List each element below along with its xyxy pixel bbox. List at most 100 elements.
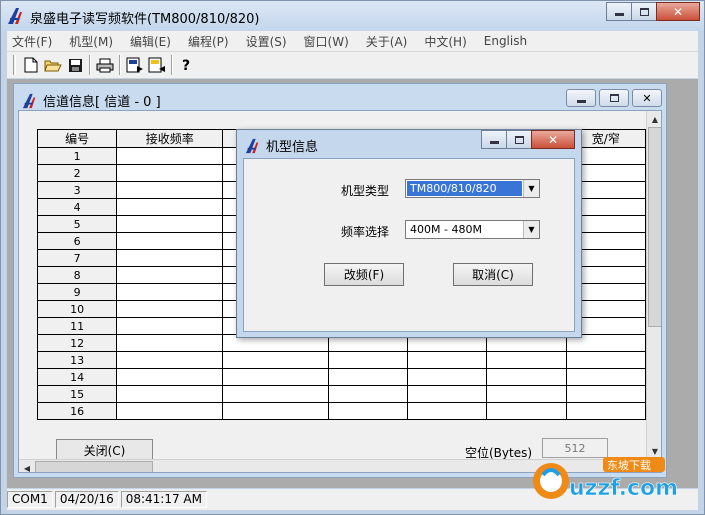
dialog-title: 机型信息: [266, 140, 319, 155]
grid-cell[interactable]: [407, 385, 488, 403]
grid-cell[interactable]: [116, 249, 224, 267]
dialog-title-bar[interactable]: 机型信息: [245, 136, 318, 155]
close-window-button[interactable]: ✕: [656, 2, 700, 21]
minimize-button[interactable]: [606, 2, 632, 21]
grid-cell[interactable]: [116, 402, 224, 420]
chevron-down-icon[interactable]: ▼: [523, 180, 539, 197]
grid-cell[interactable]: [407, 368, 488, 386]
grid-cell[interactable]: [116, 232, 224, 250]
freq-range-select[interactable]: 400M - 480M ▼: [405, 220, 540, 239]
grid-cell[interactable]: [116, 385, 224, 403]
horizontal-scroll-thumb[interactable]: [35, 461, 153, 472]
row-number[interactable]: 14: [36, 368, 118, 386]
child-minimize-button[interactable]: [566, 89, 596, 107]
grid-cell[interactable]: [116, 164, 224, 182]
freq-select-label: 频率选择: [341, 225, 390, 239]
row-number[interactable]: 13: [36, 351, 118, 369]
grid-cell[interactable]: [222, 402, 330, 420]
dialog-maximize-button[interactable]: [506, 130, 532, 149]
row-number[interactable]: 8: [36, 266, 118, 284]
grid-cell[interactable]: [116, 198, 224, 216]
save-button[interactable]: [64, 54, 86, 76]
grid-cell[interactable]: [116, 317, 224, 335]
row-number[interactable]: 12: [36, 334, 118, 352]
maximize-button[interactable]: [631, 2, 657, 21]
menu-window[interactable]: 窗口(W): [296, 33, 358, 50]
title-bar[interactable]: 泉盛电子读写频软件(TM800/810/820) ✕: [1, 1, 704, 31]
row-number[interactable]: 11: [36, 317, 118, 335]
scroll-left-icon[interactable]: ◀: [19, 460, 35, 473]
child-close-button[interactable]: ✕: [632, 89, 662, 107]
grid-cell[interactable]: [328, 368, 409, 386]
row-number[interactable]: 9: [36, 283, 118, 301]
grid-cell[interactable]: [116, 368, 224, 386]
print-button[interactable]: [94, 54, 116, 76]
vertical-scrollbar[interactable]: ▲ ▼: [646, 111, 661, 459]
grid-cell[interactable]: [116, 181, 224, 199]
close-channel-button[interactable]: 关闭(C): [56, 439, 153, 461]
grid-cell[interactable]: [116, 215, 224, 233]
grid-cell[interactable]: [328, 351, 409, 369]
menu-program[interactable]: 编程(P): [180, 33, 238, 50]
channel-window-title-bar[interactable]: 信道信息[ 信道 - 0 ]: [22, 91, 161, 110]
grid-cell[interactable]: [565, 351, 646, 369]
menu-model[interactable]: 机型(M): [61, 33, 122, 50]
menu-settings[interactable]: 设置(S): [238, 33, 296, 50]
scroll-up-icon[interactable]: ▲: [647, 111, 661, 127]
grid-cell[interactable]: [222, 368, 330, 386]
grid-cell[interactable]: [407, 351, 488, 369]
grid-cell[interactable]: [116, 283, 224, 301]
grid-cell[interactable]: [116, 351, 224, 369]
cancel-button[interactable]: 取消(C): [453, 263, 533, 286]
row-number[interactable]: 7: [36, 249, 118, 267]
grid-cell[interactable]: [328, 402, 409, 420]
row-number[interactable]: 3: [36, 181, 118, 199]
menu-edit[interactable]: 编辑(E): [122, 33, 180, 50]
table-row: 14: [36, 368, 646, 386]
grid-cell[interactable]: [486, 402, 567, 420]
row-number[interactable]: 5: [36, 215, 118, 233]
close-icon: ✕: [672, 4, 684, 19]
model-type-select[interactable]: TM800/810/820 ▼: [405, 179, 540, 198]
grid-cell[interactable]: [565, 385, 646, 403]
grid-cell[interactable]: [486, 385, 567, 403]
row-number[interactable]: 1: [36, 147, 118, 165]
menu-about[interactable]: 关于(A): [358, 33, 417, 50]
menu-english[interactable]: English: [476, 34, 536, 48]
dialog-close-button[interactable]: ✕: [531, 130, 575, 149]
grid-cell[interactable]: [116, 334, 224, 352]
change-freq-button[interactable]: 改频(F): [324, 263, 404, 286]
app-logo-icon: [22, 93, 36, 109]
maximize-icon: [609, 94, 619, 102]
grid-cell[interactable]: [116, 266, 224, 284]
grid-cell[interactable]: [328, 385, 409, 403]
row-number[interactable]: 4: [36, 198, 118, 216]
grid-cell[interactable]: [116, 147, 224, 165]
toolbar-grip[interactable]: [13, 55, 16, 75]
grid-cell[interactable]: [565, 368, 646, 386]
dialog-minimize-button[interactable]: [481, 130, 507, 149]
help-button[interactable]: ?: [176, 54, 198, 76]
child-maximize-button[interactable]: [599, 89, 629, 107]
grid-cell[interactable]: [222, 385, 330, 403]
grid-cell[interactable]: [486, 351, 567, 369]
chevron-down-icon[interactable]: ▼: [523, 221, 539, 238]
write-radio-button[interactable]: [146, 54, 168, 76]
row-number[interactable]: 16: [36, 402, 118, 420]
row-number[interactable]: 10: [36, 300, 118, 318]
row-number[interactable]: 2: [36, 164, 118, 182]
row-number[interactable]: 6: [36, 232, 118, 250]
menu-file[interactable]: 文件(F): [7, 33, 61, 50]
row-number[interactable]: 15: [36, 385, 118, 403]
menu-chinese[interactable]: 中文(H): [416, 33, 475, 50]
grid-cell[interactable]: [407, 402, 488, 420]
grid-cell[interactable]: [116, 300, 224, 318]
grid-cell[interactable]: [486, 368, 567, 386]
new-file-button[interactable]: [20, 54, 42, 76]
grid-cell[interactable]: [565, 402, 646, 420]
read-radio-button[interactable]: [124, 54, 146, 76]
grid-cell[interactable]: [222, 351, 330, 369]
table-row: 13: [36, 351, 646, 369]
open-button[interactable]: [42, 54, 64, 76]
vertical-scroll-thumb[interactable]: [648, 127, 661, 327]
